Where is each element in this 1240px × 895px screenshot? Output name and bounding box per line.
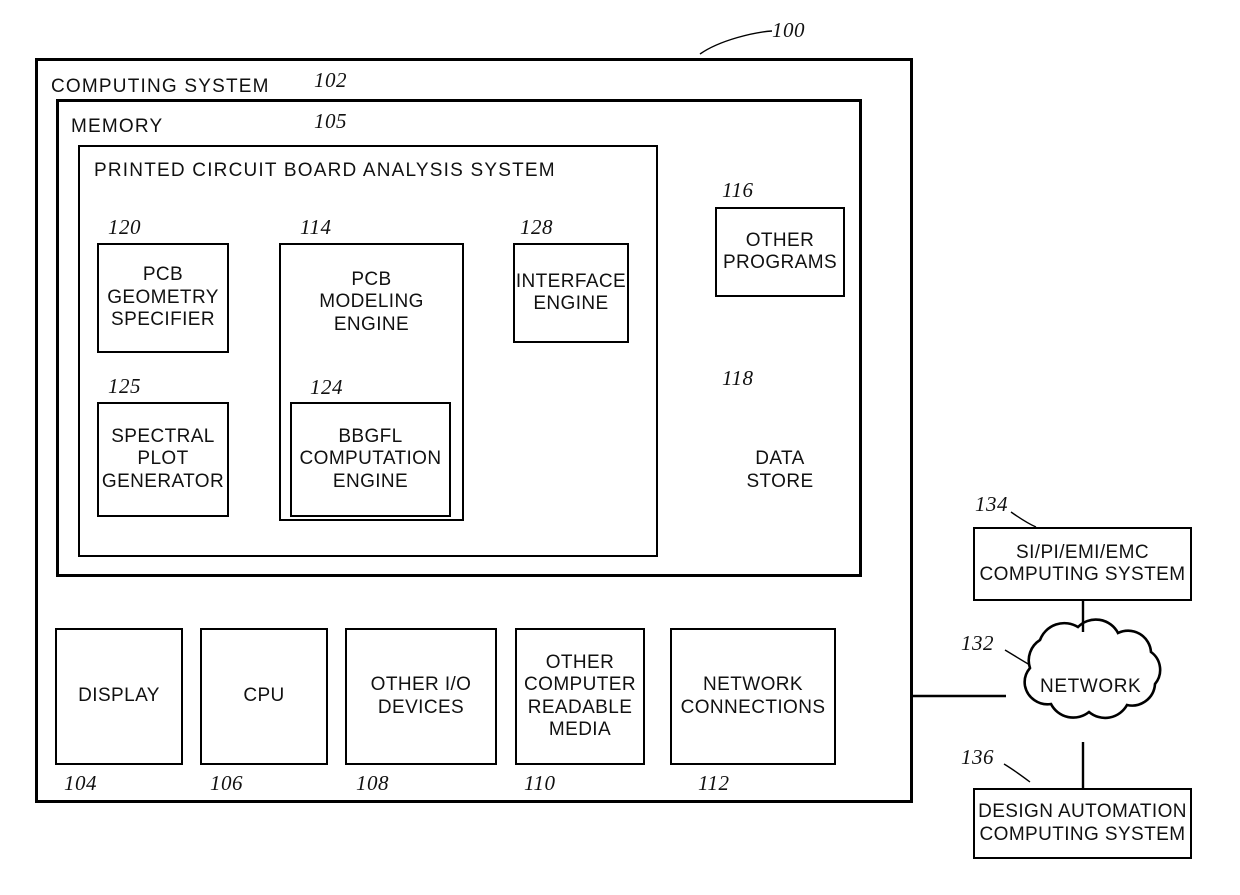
ref-104: 104 <box>64 771 97 795</box>
ref-132: 132 <box>961 631 994 655</box>
design-automation-computing-system-label: DESIGN AUTOMATION COMPUTING SYSTEM <box>978 801 1187 845</box>
cpu-label: CPU <box>243 685 285 707</box>
interface-engine-label: INTERFACE ENGINE <box>515 270 627 314</box>
ref-116: 116 <box>722 178 754 202</box>
data-store-label: DATA STORE <box>746 448 814 492</box>
ref-118: 118 <box>722 366 754 390</box>
display-block[interactable]: DISPLAY <box>55 628 183 765</box>
display-label: DISPLAY <box>78 685 160 707</box>
ref-128: 128 <box>520 215 553 239</box>
bbgfl-computation-engine-label: BBGFL COMPUTATION ENGINE <box>299 425 442 492</box>
computing-system-title: COMPUTING SYSTEM <box>51 76 270 97</box>
ref-108: 108 <box>356 771 389 795</box>
cpu-block[interactable]: CPU <box>200 628 328 765</box>
si-pi-emi-emc-computing-system-block[interactable]: SI/PI/EMI/EMC COMPUTING SYSTEM <box>973 527 1192 601</box>
spectral-plot-generator-label: SPECTRAL PLOT GENERATOR <box>101 425 225 492</box>
pcb-analysis-system-title: PRINTED CIRCUIT BOARD ANALYSIS SYSTEM <box>94 160 556 181</box>
ref-124: 124 <box>310 375 343 399</box>
network-connections-label: NETWORK CONNECTIONS <box>680 674 826 718</box>
bbgfl-computation-engine-block[interactable]: BBGFL COMPUTATION ENGINE <box>290 402 451 517</box>
ref-114: 114 <box>300 215 332 239</box>
ref-134: 134 <box>975 492 1008 516</box>
other-computer-readable-media-block[interactable]: OTHER COMPUTER READABLE MEDIA <box>515 628 645 765</box>
ref-136: 136 <box>961 745 994 769</box>
network-cloud-label: NETWORK <box>1040 676 1142 697</box>
ref-100: 100 <box>772 18 805 42</box>
pcb-geometry-specifier-block[interactable]: PCB GEOMETRY SPECIFIER <box>97 243 229 353</box>
ref-106: 106 <box>210 771 243 795</box>
ref-112: 112 <box>698 771 730 795</box>
pcb-geometry-specifier-label: PCB GEOMETRY SPECIFIER <box>107 264 219 331</box>
other-io-devices-block[interactable]: OTHER I/O DEVICES <box>345 628 497 765</box>
design-automation-computing-system-block[interactable]: DESIGN AUTOMATION COMPUTING SYSTEM <box>973 788 1192 859</box>
ref-125: 125 <box>108 374 141 398</box>
other-programs-label: OTHER PROGRAMS <box>722 229 838 273</box>
interface-engine-block[interactable]: INTERFACE ENGINE <box>513 243 629 343</box>
ref-102: 102 <box>314 68 347 92</box>
ref-120: 120 <box>108 215 141 239</box>
ref-110: 110 <box>524 771 556 795</box>
patent-figure: 100 COMPUTING SYSTEM 102 MEMORY 105 PRIN… <box>0 0 1240 895</box>
other-io-devices-label: OTHER I/O DEVICES <box>370 674 472 718</box>
pcb-modeling-engine-label: PCB MODELING ENGINE <box>319 269 424 335</box>
spectral-plot-generator-block[interactable]: SPECTRAL PLOT GENERATOR <box>97 402 229 517</box>
other-computer-readable-media-label: OTHER COMPUTER READABLE MEDIA <box>524 651 636 740</box>
other-programs-block[interactable]: OTHER PROGRAMS <box>715 207 845 297</box>
si-pi-emi-emc-computing-system-label: SI/PI/EMI/EMC COMPUTING SYSTEM <box>979 541 1186 585</box>
memory-title: MEMORY <box>71 116 164 137</box>
ref-105: 105 <box>314 109 347 133</box>
network-connections-block[interactable]: NETWORK CONNECTIONS <box>670 628 836 765</box>
